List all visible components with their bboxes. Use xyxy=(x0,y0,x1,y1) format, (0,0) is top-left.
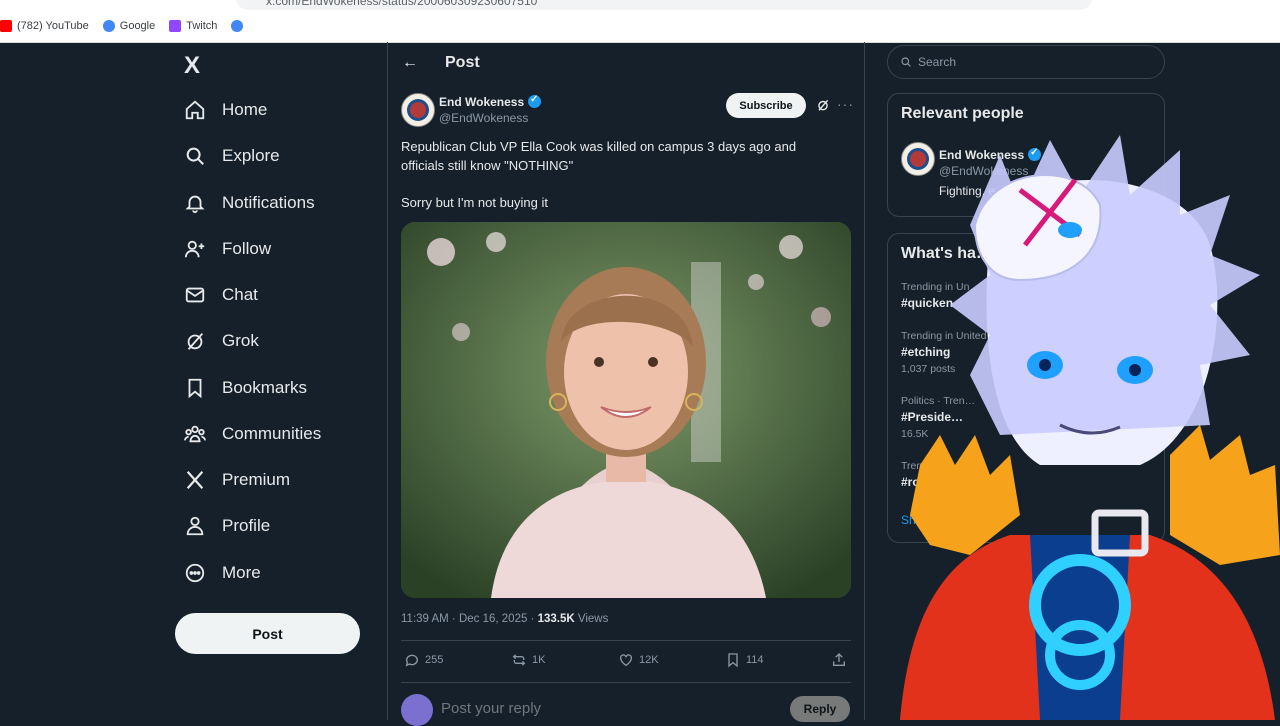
bookmark-action[interactable]: 114 xyxy=(725,652,764,668)
search-input[interactable]: Search xyxy=(887,45,1165,79)
bookmark-google[interactable]: Google xyxy=(102,20,155,32)
verified-badge-icon xyxy=(528,94,542,108)
person-icon xyxy=(186,516,204,536)
nav-item-follow[interactable]: Follow xyxy=(184,233,271,265)
bookmarks-bar: (782) YouTube Google Twitch xyxy=(0,17,262,35)
nav-sidebar: X Home Explore Notifications Follow Chat… xyxy=(172,42,382,720)
bookmark-youtube[interactable]: (782) YouTube xyxy=(0,20,89,32)
repost-icon xyxy=(512,654,526,666)
youtube-icon xyxy=(0,20,12,32)
x-logo-icon[interactable]: X xyxy=(184,52,200,80)
portrait-photo xyxy=(401,222,851,598)
heart-icon xyxy=(620,654,632,667)
author-avatar[interactable] xyxy=(401,93,435,127)
envelope-icon xyxy=(185,287,205,303)
reply-button[interactable]: Reply xyxy=(790,696,850,722)
communities-icon xyxy=(184,425,206,443)
repost-action[interactable]: 1K xyxy=(511,652,545,668)
bookmark-google-2[interactable] xyxy=(231,20,248,32)
address-bar[interactable]: x.com/EndWokeness/status/200060309230607… xyxy=(236,0,1092,10)
post-header: ← Post xyxy=(388,42,864,84)
nav-item-grok[interactable]: Grok xyxy=(184,325,259,357)
post-button[interactable]: Post xyxy=(175,613,360,654)
nav-item-bookmarks[interactable]: Bookmarks xyxy=(184,372,307,404)
reply-input[interactable]: Post your reply xyxy=(441,700,541,717)
x-logo-icon xyxy=(186,471,204,489)
nav-item-premium[interactable]: Premium xyxy=(184,464,290,496)
like-action[interactable]: 12K xyxy=(618,652,659,668)
author-name[interactable]: End Wokeness xyxy=(439,94,542,109)
search-icon xyxy=(186,147,204,165)
nav-item-home[interactable]: Home xyxy=(184,94,267,126)
nav-item-explore[interactable]: Explore xyxy=(184,140,280,172)
bookmark-icon xyxy=(728,653,738,668)
nav-item-more[interactable]: More xyxy=(184,557,261,589)
bookmark-icon xyxy=(188,378,202,399)
grok-icon[interactable] xyxy=(816,98,830,112)
divider xyxy=(401,682,851,683)
search-icon xyxy=(901,57,911,67)
share-action[interactable] xyxy=(831,652,852,668)
vtuber-avatar-overlay xyxy=(900,135,1280,720)
bell-icon xyxy=(185,195,205,214)
nav-item-chat[interactable]: Chat xyxy=(184,279,258,311)
person-plus-icon xyxy=(184,240,205,258)
more-circle-icon xyxy=(185,563,205,583)
comment-icon xyxy=(405,654,418,667)
reply-action[interactable]: 255 xyxy=(404,652,443,668)
more-options-icon[interactable]: ··· xyxy=(837,96,854,112)
post-image[interactable] xyxy=(401,222,851,598)
nav-item-communities[interactable]: Communities xyxy=(184,418,321,450)
divider xyxy=(401,640,851,641)
browser-chrome: x.com/EndWokeness/status/200060309230607… xyxy=(0,0,1280,43)
back-arrow-icon[interactable]: ← xyxy=(402,54,418,72)
google-icon xyxy=(231,20,244,32)
author-handle[interactable]: @EndWokeness xyxy=(439,111,528,125)
user-avatar[interactable] xyxy=(401,694,433,726)
grok-icon xyxy=(187,333,204,350)
post-text-secondary: Sorry but I'm not buying it xyxy=(401,195,548,210)
page-title: Post xyxy=(445,54,480,71)
main-column: ← Post End Wokeness @EndWokeness Subscri… xyxy=(387,42,865,726)
google-icon xyxy=(102,20,115,32)
nav-item-profile[interactable]: Profile xyxy=(184,510,270,542)
bookmark-twitch[interactable]: Twitch xyxy=(169,20,217,32)
post-text: Republican Club VP Ella Cook was killed … xyxy=(401,139,797,173)
post-meta: 11:39 AM · Dec 16, 2025 · 133.5K Views xyxy=(401,613,609,625)
panel-title: Relevant people xyxy=(901,105,1024,122)
subscribe-button[interactable]: Subscribe xyxy=(726,93,806,118)
twitch-icon xyxy=(169,20,182,32)
home-icon xyxy=(185,100,205,120)
share-icon xyxy=(833,653,845,666)
nav-item-notifications[interactable]: Notifications xyxy=(184,187,315,219)
